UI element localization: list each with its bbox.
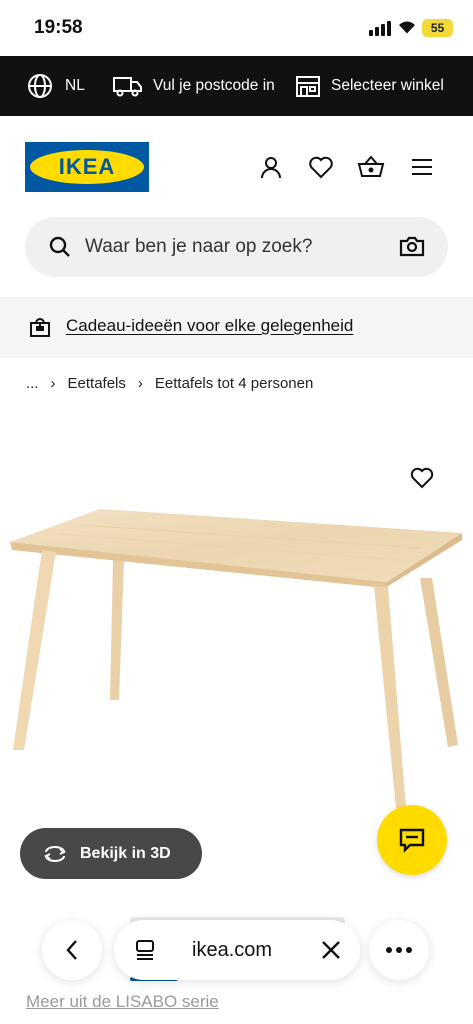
logo-text: IKEA xyxy=(58,154,116,179)
browser-more-button[interactable] xyxy=(369,920,429,980)
status-bar: 19:58 55 xyxy=(0,0,473,56)
search-input[interactable] xyxy=(85,229,385,265)
hamburger-menu-icon xyxy=(412,159,432,175)
view-in-3d-label: Bekijk in 3D xyxy=(80,844,171,862)
close-icon[interactable] xyxy=(320,939,342,961)
search-bar xyxy=(25,217,448,277)
view-in-3d-button[interactable]: Bekijk in 3D xyxy=(20,828,202,879)
breadcrumb: ... › Eettafels › Eettafels tot 4 person… xyxy=(26,375,313,392)
more-dots-icon xyxy=(386,947,412,953)
postcode-selector[interactable]: Vul je postcode in xyxy=(113,56,275,116)
cellular-signal-icon xyxy=(369,21,391,36)
gift-box-icon xyxy=(30,318,50,337)
tabs-icon[interactable] xyxy=(134,939,156,961)
chat-button[interactable] xyxy=(377,805,447,875)
store-icon xyxy=(296,76,320,97)
menu-button[interactable] xyxy=(408,153,436,181)
chevron-left-icon xyxy=(66,940,77,960)
browser-address-bar[interactable]: ikea.com xyxy=(114,920,360,980)
delivery-truck-icon xyxy=(113,77,142,97)
breadcrumb-item[interactable]: Eettafels xyxy=(68,375,126,392)
user-icon xyxy=(261,157,281,179)
heart-icon xyxy=(410,467,434,489)
store-selector[interactable]: Selecteer winkel xyxy=(295,56,444,116)
status-time: 19:58 xyxy=(34,17,83,38)
promo-banner: Cadeau-ideeën voor elke gelegenheid xyxy=(0,297,473,358)
store-label: Selecteer winkel xyxy=(331,77,444,94)
wifi-icon xyxy=(399,21,415,34)
account-button[interactable] xyxy=(257,153,285,181)
language-selector[interactable]: NL xyxy=(27,56,85,116)
chevron-right-icon: › xyxy=(50,375,56,392)
camera-search-icon[interactable] xyxy=(399,235,425,257)
battery-indicator: 55 xyxy=(422,19,453,37)
series-link[interactable]: Meer uit de LISABO serie xyxy=(26,992,219,1012)
top-utility-bar: NL Vul je postcode in Selecteer winkel xyxy=(0,56,473,116)
globe-icon xyxy=(28,74,52,98)
chevron-right-icon: › xyxy=(137,375,143,392)
promo-link[interactable]: Cadeau-ideeën voor elke gelegenheid xyxy=(66,316,353,336)
postcode-label: Vul je postcode in xyxy=(153,77,275,94)
cart-button[interactable] xyxy=(357,153,385,181)
ikea-logo[interactable]: IKEA xyxy=(25,142,149,192)
search-icon xyxy=(49,236,70,257)
browser-url: ikea.com xyxy=(192,939,273,961)
favourites-button[interactable] xyxy=(307,153,335,181)
chat-bubble-icon xyxy=(399,828,425,853)
shopping-basket-icon xyxy=(357,155,385,177)
browser-back-button[interactable] xyxy=(42,920,102,980)
language-label: NL xyxy=(65,77,85,94)
rotate-3d-icon xyxy=(44,845,66,862)
breadcrumb-ellipsis[interactable]: ... xyxy=(26,375,39,392)
heart-icon xyxy=(309,156,333,179)
breadcrumb-item[interactable]: Eettafels tot 4 personen xyxy=(155,375,313,392)
add-to-favourites-button[interactable] xyxy=(402,458,442,498)
